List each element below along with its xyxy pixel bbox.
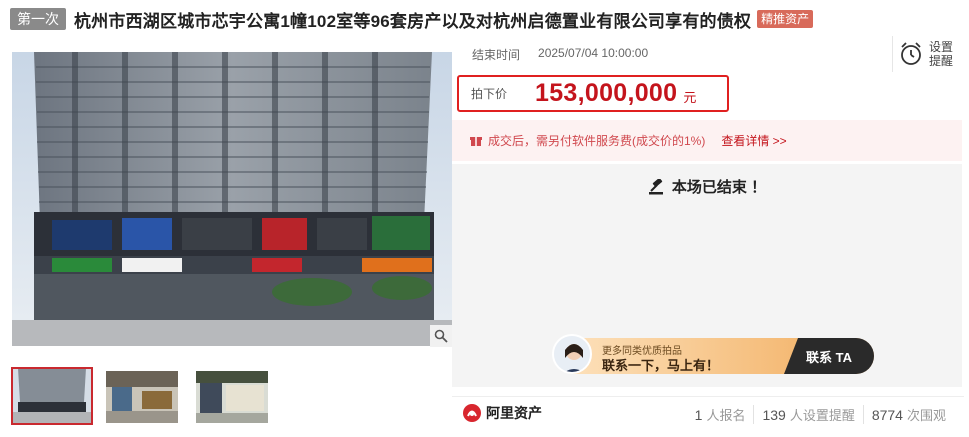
gavel-icon [648,178,663,194]
alarm-clock-icon [901,42,921,65]
stats: 1 人报名 139 人设置提醒 8774 次围观 [687,405,954,424]
fee-notice: 成交后，需另付软件服务费(成交价的1%) 查看详情 >> [452,120,962,161]
view-details-link[interactable]: 查看详情 >> [721,132,786,149]
contact-banner[interactable]: 更多同类优质拍品 联系一下，马上有！ 联系 TA [552,334,874,374]
stat-number: 8774 [871,407,903,423]
auction-ended-title: 本场已结束 ！ [452,176,962,197]
set-reminder-button[interactable]: 设置提醒 [892,36,958,72]
brand-name: 阿里资产 [486,405,542,421]
stat-label: 次围观 [906,408,946,423]
thumbnail-3[interactable] [196,371,276,427]
price-label: 拍下价 [471,87,508,101]
price-value: 153,000,000 [535,79,678,107]
stat-number: 1 [694,407,703,423]
contact-button[interactable]: 联系 TA [784,338,874,374]
quality-badge: 精推资产 [757,10,814,28]
round-tag: 第一次 [10,8,66,30]
thumbnail-1[interactable] [11,367,93,425]
stat-number: 139 [762,407,786,423]
end-time-label: 结束时间 [472,48,521,62]
price-unit: 元 [683,90,697,105]
auction-ended-text: 本场已结束 ！ [671,179,767,196]
banner-title: 联系一下，马上有！ [602,358,720,373]
agent-avatar [552,334,592,374]
gift-icon [470,136,482,146]
brand[interactable]: 阿里资产 [462,403,542,423]
end-time-value: 2025/07/04 10:00:00 [538,46,649,60]
stat-reminders: 139 人设置提醒 [753,405,862,424]
ali-asset-logo-icon [463,404,481,422]
stat-label: 人报名 [706,408,746,423]
thumbnail-2[interactable] [106,371,186,427]
price-box: 拍下价 153,000,000 元 [457,75,729,112]
zoom-button[interactable] [430,325,452,347]
stat-label: 人设置提醒 [789,408,855,423]
fee-notice-text: 成交后，需另付软件服务费(成交价的1%) [488,134,706,148]
magnifier-icon [434,329,448,343]
footer-bar: 阿里资产 1 人报名 139 人设置提醒 8774 次围观 [452,396,964,428]
stat-signups: 1 人报名 [687,405,754,424]
page-title: 杭州市西湖区城市芯宇公寓1幢102室等96套房产以及对杭州启德置业有限公司享有的… [74,11,752,31]
title-row: 第一次 杭州市西湖区城市芯宇公寓1幢102室等96套房产以及对杭州启德置业有限公… [10,6,814,32]
main-property-photo[interactable] [12,52,452,346]
stat-views: 8774 次围观 [862,405,954,424]
remind-label: 设置提醒 [929,40,954,68]
end-time-row: 结束时间 2025/07/04 10:00:00 [472,46,648,63]
